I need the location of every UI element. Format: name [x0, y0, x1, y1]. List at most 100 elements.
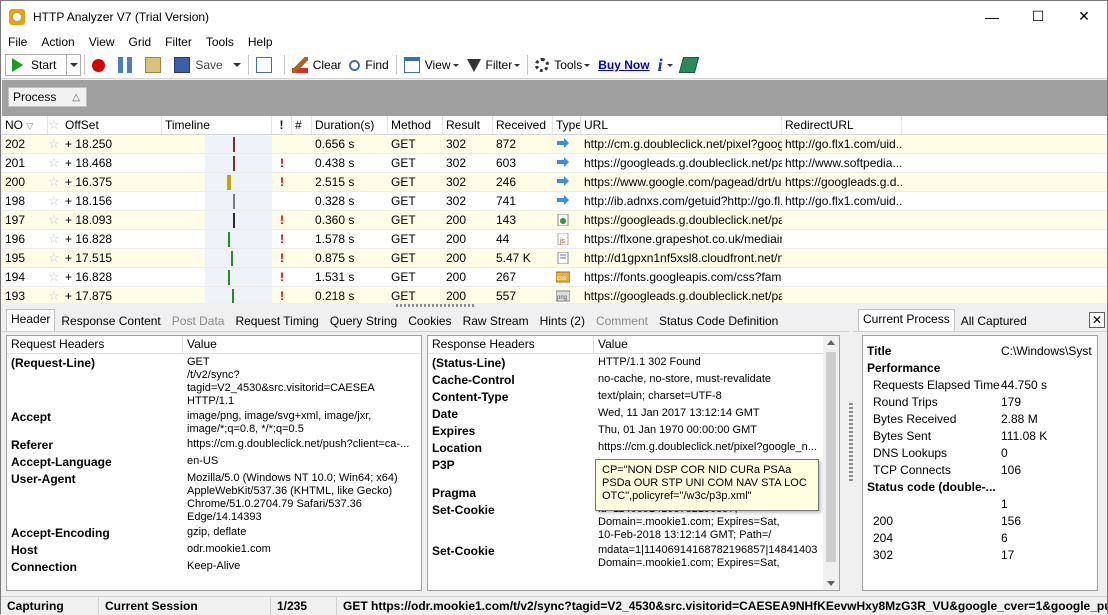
- menu-grid[interactable]: Grid: [122, 35, 159, 49]
- request-header-row[interactable]: Host odr.mookie1.com: [7, 541, 421, 558]
- response-scrollbar[interactable]: [823, 336, 839, 590]
- stat-name: Title: [867, 344, 892, 358]
- cell-result: 200: [446, 213, 467, 227]
- table-row[interactable]: 196 ☆ + 16.828! 1.578 s GET 200 44 js https://fl…: [2, 230, 1107, 249]
- stat-name: [863, 496, 1001, 513]
- table-row[interactable]: 195 ☆ + 17.515! 0.875 s GET 200 5.47 K http://d…: [2, 249, 1107, 268]
- col-star[interactable]: ☆: [48, 116, 62, 134]
- tab-request-timing[interactable]: Request Timing: [230, 311, 323, 331]
- close-panel-icon[interactable]: ✕: [1089, 312, 1105, 328]
- menu-tools[interactable]: Tools: [199, 35, 241, 49]
- star-icon[interactable]: ☆: [48, 287, 62, 303]
- view-button[interactable]: View: [400, 54, 463, 76]
- table-row[interactable]: 198 ☆ + 18.156 0.328 s GET 302 741 http://ib.ad…: [2, 192, 1107, 211]
- col-type[interactable]: Type: [553, 116, 581, 134]
- col-duration[interactable]: Duration(s): [312, 116, 388, 134]
- col-method[interactable]: Method: [388, 116, 443, 134]
- col-warning[interactable]: !: [272, 116, 292, 134]
- table-row[interactable]: 193 ☆ + 17.875! 0.218 s GET 200 557 png https://…: [2, 287, 1107, 303]
- tab-current-process[interactable]: Current Process: [858, 309, 955, 331]
- tab-hints[interactable]: Hints (2): [535, 311, 590, 331]
- scroll-up-icon[interactable]: [827, 340, 835, 345]
- folder-icon: [145, 57, 162, 73]
- header-name: Referer: [11, 438, 54, 452]
- open-button[interactable]: [141, 54, 170, 76]
- table-row[interactable]: 194 ☆ + 16.828! 1.531 s GET 200 267 css https://…: [2, 268, 1107, 287]
- stat-value: 0: [1001, 446, 1008, 460]
- start-button[interactable]: Start: [5, 54, 82, 76]
- filter-button[interactable]: Filter: [463, 54, 525, 76]
- star-icon[interactable]: ☆: [48, 154, 62, 172]
- minimize-button[interactable]: —: [969, 1, 1015, 32]
- col-offset[interactable]: OffSet: [62, 116, 162, 134]
- stop-button[interactable]: [88, 54, 114, 76]
- star-icon[interactable]: ☆: [48, 173, 62, 191]
- menu-help[interactable]: Help: [241, 35, 280, 49]
- star-icon[interactable]: ☆: [48, 249, 62, 267]
- pause-button[interactable]: [114, 54, 141, 76]
- help-button[interactable]: [677, 54, 706, 76]
- response-header-row[interactable]: Content-Type text/plain; charset=UTF-8: [428, 388, 823, 405]
- scroll-thumb[interactable]: [826, 352, 836, 562]
- table-row[interactable]: 197 ☆ + 18.093! 0.360 s GET 200 143 https://goo…: [2, 211, 1107, 230]
- request-header-row[interactable]: Connection Keep-Alive: [7, 558, 421, 575]
- scroll-down-icon[interactable]: [827, 581, 835, 586]
- menu-file[interactable]: File: [1, 35, 34, 49]
- tab-query-string[interactable]: Query String: [325, 311, 402, 331]
- tab-post-data[interactable]: Post Data: [167, 311, 230, 331]
- tab-header[interactable]: Header: [6, 309, 56, 331]
- star-icon[interactable]: ☆: [48, 211, 62, 229]
- col-timeline[interactable]: Timeline: [162, 116, 272, 134]
- col-url[interactable]: URL: [581, 116, 782, 134]
- buy-now-link[interactable]: Buy Now: [594, 54, 653, 76]
- tab-response-content[interactable]: Response Content: [56, 311, 165, 331]
- tab-raw-stream[interactable]: Raw Stream: [458, 311, 534, 331]
- col-received[interactable]: Received: [493, 116, 553, 134]
- tab-status-code-definition[interactable]: Status Code Definition: [654, 311, 783, 331]
- star-icon[interactable]: ☆: [48, 192, 62, 210]
- save-button[interactable]: Save: [170, 54, 244, 76]
- star-icon[interactable]: ☆: [48, 230, 62, 248]
- table-row[interactable]: 200 ☆ + 16.375! 2.515 s GET 302 246 https://www…: [2, 173, 1107, 192]
- clear-button[interactable]: Clear: [288, 54, 346, 76]
- group-chip-process[interactable]: Process △: [8, 87, 87, 107]
- find-button[interactable]: Find: [345, 54, 392, 76]
- response-header-row[interactable]: Set-Cookie mdata=1|11406914168782196857|1…: [428, 542, 823, 570]
- request-header-row[interactable]: User-Agent Mozilla/5.0 (Windows NT 10.0; …: [7, 470, 421, 524]
- start-dropdown[interactable]: [66, 55, 80, 75]
- tab-all-captured[interactable]: All Captured: [956, 311, 1032, 331]
- tab-cookies[interactable]: Cookies: [403, 311, 456, 331]
- col-hash[interactable]: #: [292, 116, 312, 134]
- tools-label: Tools: [554, 58, 583, 72]
- response-header-row[interactable]: Cache-Control no-cache, no-store, must-re…: [428, 371, 823, 388]
- cell-offset: + 18.468: [65, 156, 113, 170]
- col-no[interactable]: NO ▽: [2, 116, 48, 134]
- request-header-row[interactable]: Referer https://cm.g.doubleclick.net/push…: [7, 436, 421, 453]
- tab-comment[interactable]: Comment: [591, 311, 653, 331]
- header-name: P3P: [432, 458, 455, 472]
- star-icon[interactable]: ☆: [48, 135, 62, 153]
- close-button[interactable]: ✕: [1061, 1, 1107, 32]
- col-redirect-url[interactable]: RedirectURL: [782, 116, 902, 134]
- tools-button[interactable]: Tools: [531, 54, 594, 76]
- table-row[interactable]: 202 ☆ + 18.250 0.656 s GET 302 872 http://cm.g.…: [2, 135, 1107, 154]
- cell-duration: 1.531 s: [315, 270, 355, 284]
- response-header-row[interactable]: Location https://cm.g.doubleclick.net/pix…: [428, 439, 823, 456]
- maximize-button[interactable]: ☐: [1015, 1, 1061, 32]
- menu-view[interactable]: View: [82, 35, 122, 49]
- request-header-row[interactable]: Accept-Language en-US: [7, 453, 421, 470]
- response-header-row[interactable]: (Status-Line) HTTP/1.1 302 Found: [428, 354, 823, 371]
- info-button[interactable]: i: [654, 54, 677, 76]
- response-header-row[interactable]: Expires Thu, 01 Jan 1970 00:00:00 GMT: [428, 422, 823, 439]
- export-button[interactable]: [252, 54, 281, 76]
- table-row[interactable]: 201 ☆ + 18.468! 0.438 s GET 302 603 https://goo…: [2, 154, 1107, 173]
- response-header-row[interactable]: Date Wed, 11 Jan 2017 13:12:14 GMT: [428, 405, 823, 422]
- menu-filter[interactable]: Filter: [158, 35, 199, 49]
- stat-value: 17: [1001, 548, 1015, 562]
- request-header-row[interactable]: (Request-Line) GET /t/v2/sync?tagid=V2_45…: [7, 354, 421, 408]
- menu-action[interactable]: Action: [34, 35, 81, 49]
- request-header-row[interactable]: Accept-Encoding gzip, deflate: [7, 524, 421, 541]
- col-result[interactable]: Result: [443, 116, 493, 134]
- request-header-row[interactable]: Accept image/png, image/svg+xml, image/jx…: [7, 408, 421, 436]
- star-icon[interactable]: ☆: [48, 268, 62, 286]
